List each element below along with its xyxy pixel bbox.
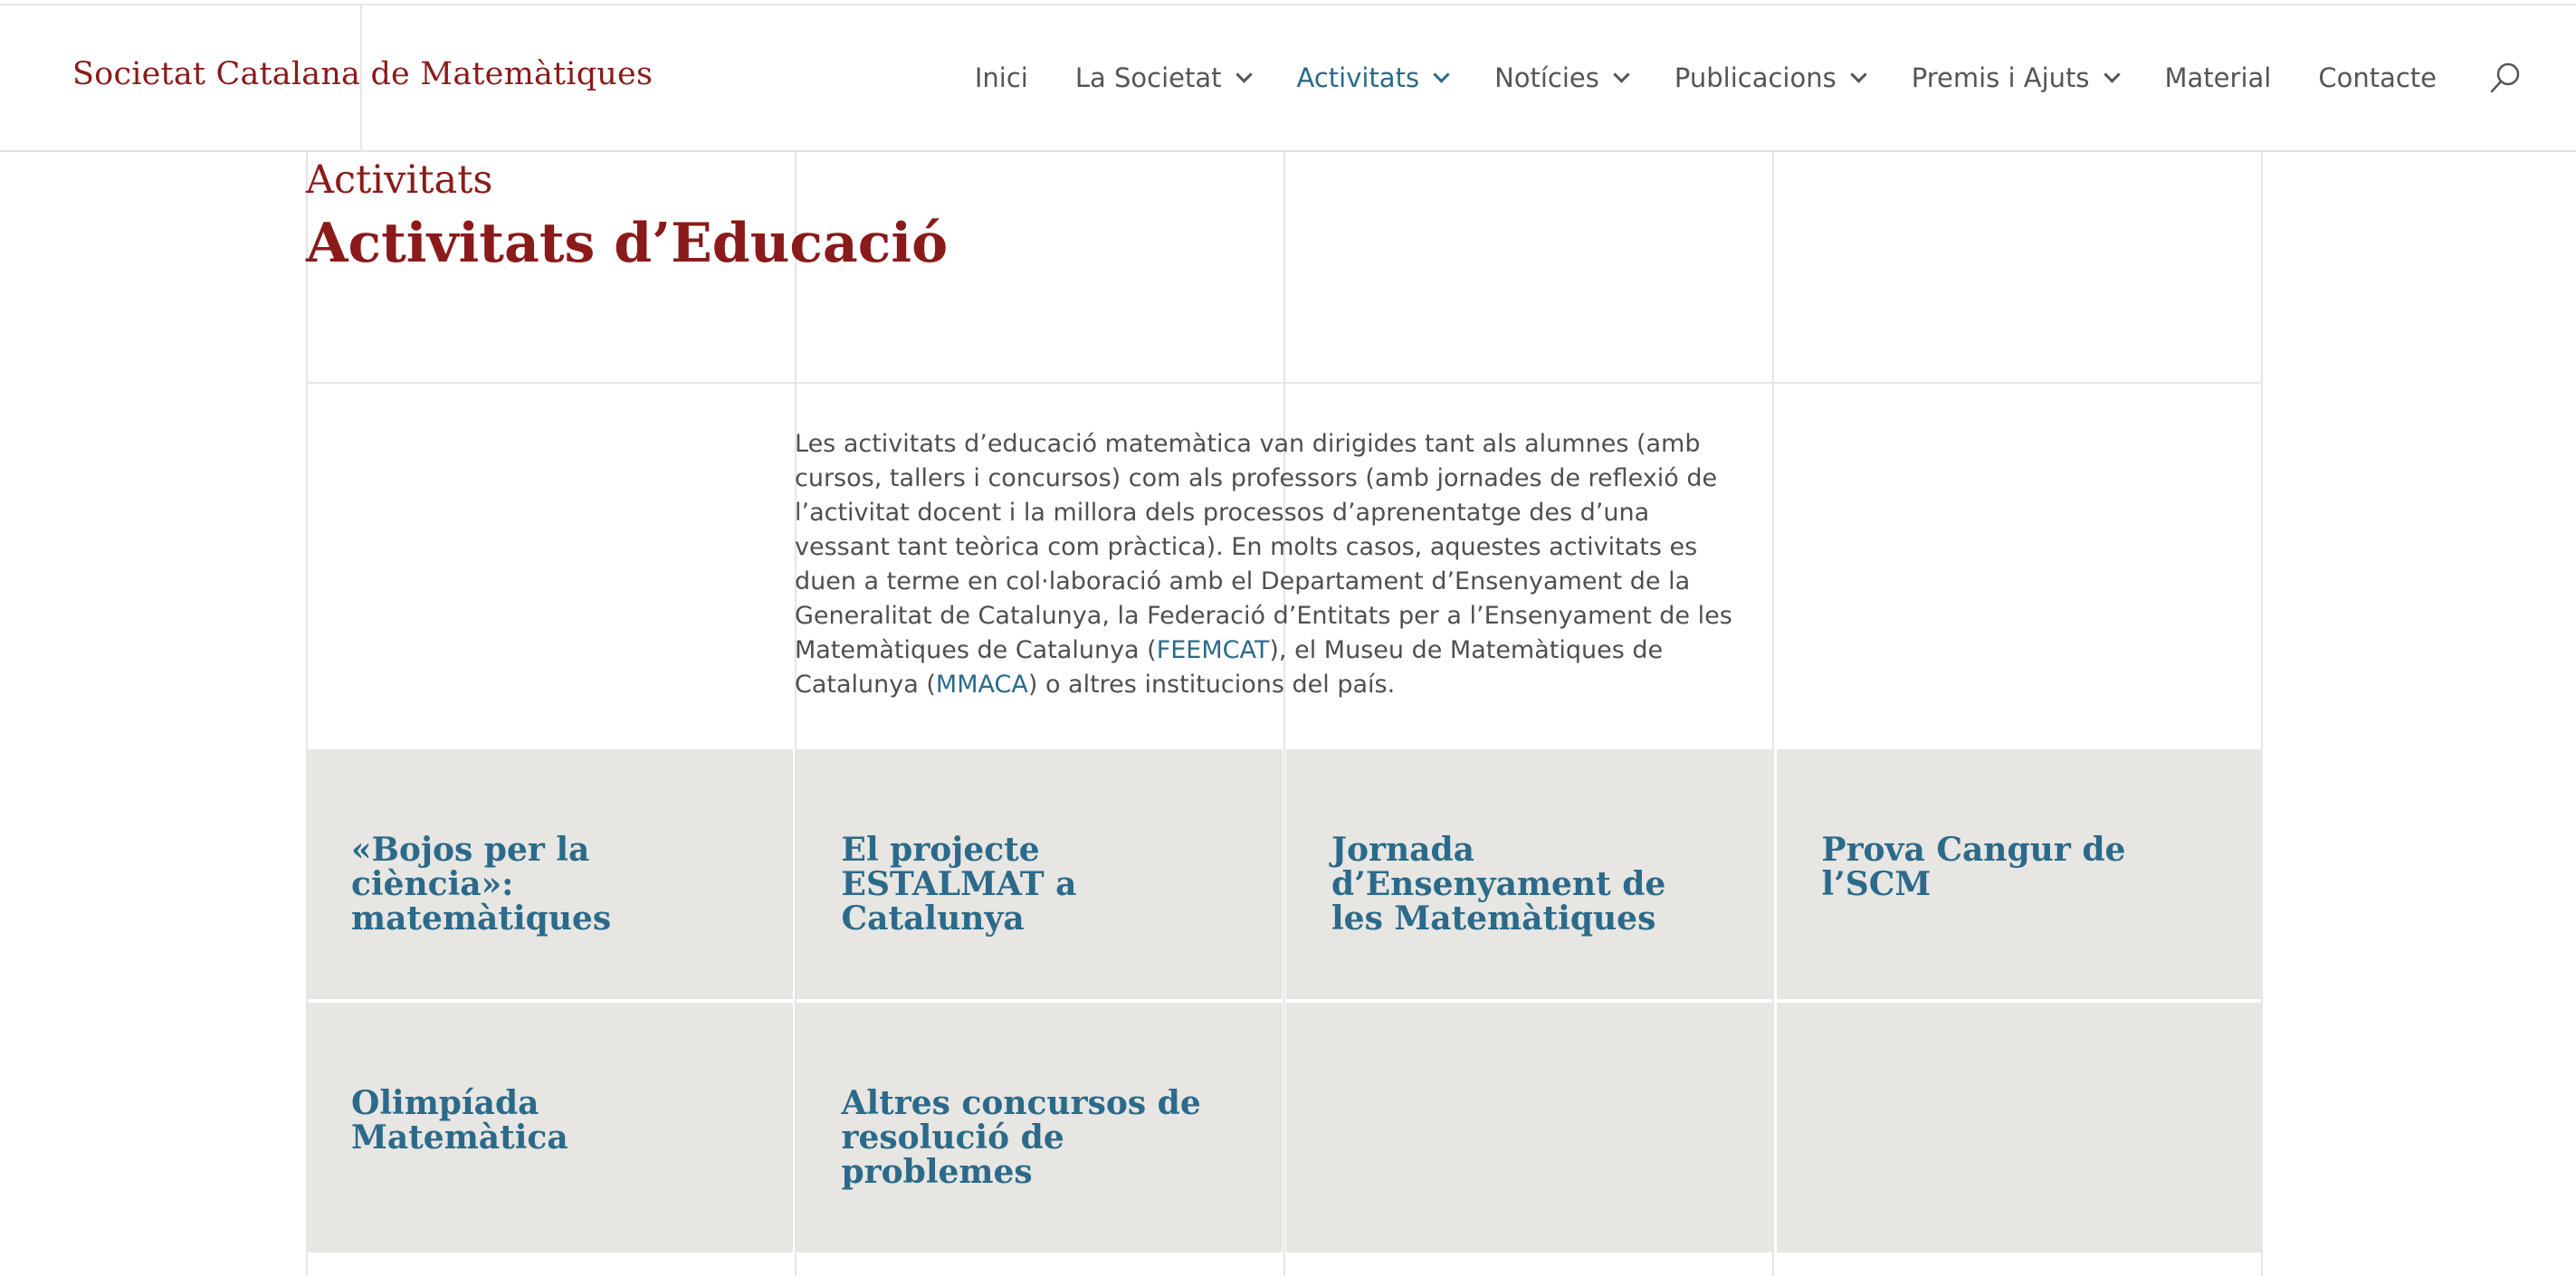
tile-altres-concursos[interactable]: Altres concursos de resolució de problem… <box>796 1003 1283 1252</box>
chevron-down-icon <box>1613 65 1630 83</box>
nav-item-label: Activitats <box>1296 62 1420 93</box>
tile-empty <box>1286 1003 1773 1252</box>
chevron-down-icon <box>1235 65 1253 83</box>
tile-title: Prova Cangur de l’SCM <box>1821 831 2126 903</box>
grid-line <box>306 382 2263 384</box>
page-title: Activitats d’Educació <box>306 212 949 275</box>
nav-item-publicacions[interactable]: Publicacions <box>1674 62 1867 93</box>
tile-bojos-per-la-ciencia[interactable]: «Bojos per la ciència»: matemàtiques <box>306 749 793 999</box>
chevron-down-icon <box>1433 65 1450 83</box>
tile-empty <box>1776 1003 2263 1252</box>
nav-item-label: Premis i Ajuts <box>1911 62 2090 93</box>
nav-item-inici[interactable]: Inici <box>975 62 1028 93</box>
nav-item-la-societat[interactable]: La Societat <box>1074 62 1253 93</box>
mmaca-link[interactable]: MMACA <box>936 671 1028 699</box>
intro-text: ) o altres institucions del país. <box>1027 671 1396 699</box>
nav-item-label: La Societat <box>1074 62 1222 93</box>
nav-item-label: Contacte <box>2318 62 2437 93</box>
tile-title: El projecte ESTALMAT a Catalunya <box>841 831 1077 938</box>
tile-title: Altres concursos de resolució de problem… <box>841 1084 1201 1191</box>
search-icon[interactable] <box>2489 62 2522 94</box>
tile-title: Olimpíada Matemàtica <box>351 1084 568 1157</box>
tile-olimpiada-matematica[interactable]: Olimpíada Matemàtica <box>306 1003 793 1252</box>
tile-estalmat[interactable]: El projecte ESTALMAT a Catalunya <box>796 749 1283 999</box>
nav-item-noticies[interactable]: Notícies <box>1494 62 1630 93</box>
tile-prova-cangur[interactable]: Prova Cangur de l’SCM <box>1776 749 2263 999</box>
activities-grid: «Bojos per la ciència»: matemàtiques El … <box>306 749 2263 1252</box>
tile-title: Jornada d’Ensenyament de les Matemàtique… <box>1331 831 1666 938</box>
feemcat-link[interactable]: FEEMCAT <box>1157 636 1270 664</box>
nav-item-label: Notícies <box>1494 62 1599 93</box>
nav-item-label: Inici <box>974 62 1028 93</box>
nav-item-premis-i-ajuts[interactable]: Premis i Ajuts <box>1911 62 2121 93</box>
intro-text: Les activitats d’educació matemàtica van… <box>795 430 1732 664</box>
chevron-down-icon <box>2103 65 2121 83</box>
nav-item-contacte[interactable]: Contacte <box>2318 62 2437 93</box>
breadcrumb[interactable]: Activitats <box>306 157 492 203</box>
main-nav: Inici La Societat Activitats Notícies Pu… <box>928 62 2522 94</box>
tile-jornada-ensenyament[interactable]: Jornada d’Ensenyament de les Matemàtique… <box>1286 749 1773 999</box>
nav-item-material[interactable]: Material <box>2165 62 2272 93</box>
chevron-down-icon <box>1850 65 1867 83</box>
intro-paragraph: Les activitats d’educació matemàtica van… <box>795 427 1736 702</box>
site-logo[interactable]: Societat Catalana de Matemàtiques <box>72 56 653 92</box>
site-header: Societat Catalana de Matemàtiques Inici … <box>0 5 2576 152</box>
nav-item-label: Publicacions <box>1674 62 1837 93</box>
tile-title: «Bojos per la ciència»: matemàtiques <box>351 831 612 938</box>
nav-item-label: Material <box>2164 62 2272 93</box>
nav-item-activitats[interactable]: Activitats <box>1296 62 1450 93</box>
